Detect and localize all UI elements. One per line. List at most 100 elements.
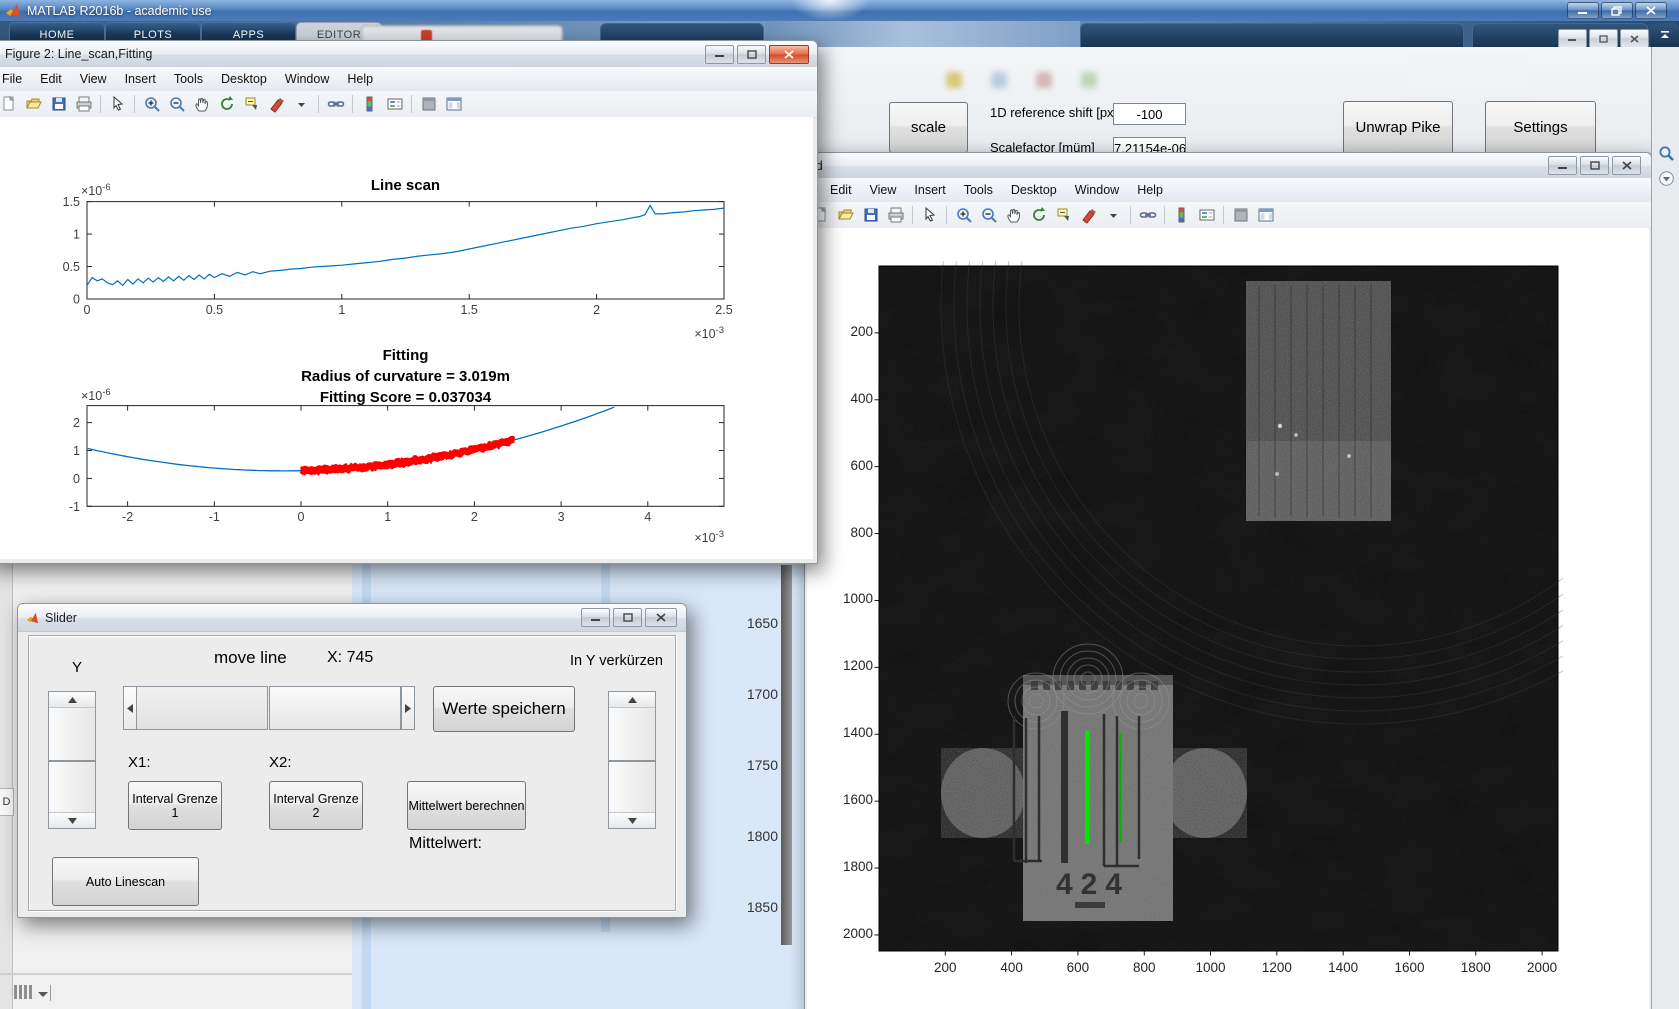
search-icon[interactable] (1658, 145, 1675, 167)
scale-button[interactable]: scale (889, 102, 968, 153)
y-slider-down[interactable] (48, 761, 96, 829)
zoom-out-icon[interactable] (977, 205, 1000, 226)
save-values-button[interactable]: Werte speichern (433, 686, 575, 732)
close-icon[interactable] (645, 608, 677, 627)
brush-data-icon[interactable] (265, 94, 288, 115)
menu-item[interactable]: View (861, 179, 906, 201)
sidebar-tab-d[interactable]: D (0, 788, 14, 816)
zoom-in-icon[interactable] (140, 94, 163, 115)
dropdown-caret-icon[interactable] (1102, 205, 1125, 226)
restore-icon[interactable] (1601, 2, 1633, 19)
bg-minimize-icon[interactable] (1558, 29, 1587, 48)
interval-grenze-2-button[interactable]: Interval Grenze 2 (269, 781, 363, 830)
x1-label: X1: (128, 754, 151, 771)
edit-plot-pointer-icon[interactable] (918, 205, 941, 226)
menu-item[interactable]: Desktop (1002, 179, 1066, 201)
interval-grenze-1-button[interactable]: Interval Grenze 1 (128, 781, 222, 830)
new-figure-icon[interactable] (0, 94, 20, 115)
edit-plot-pointer-icon[interactable] (106, 94, 129, 115)
menu-item[interactable]: Help (1128, 179, 1172, 201)
slider-track[interactable] (136, 686, 268, 730)
close-icon[interactable] (1612, 156, 1641, 175)
shorten-slider-up[interactable] (608, 691, 656, 761)
open-file-icon[interactable] (22, 94, 45, 115)
link-plot-icon[interactable] (324, 94, 347, 115)
close-icon[interactable] (1635, 2, 1667, 19)
arrow-down-icon[interactable] (49, 812, 95, 828)
matlab-logo-icon (5, 3, 21, 18)
insert-colorbar-icon[interactable] (1170, 205, 1193, 226)
bg-axis-label: 1700 (746, 686, 778, 702)
rotate-3d-icon[interactable] (1027, 205, 1050, 226)
open-file-icon[interactable] (834, 205, 857, 226)
collapse-toolstrip-tab[interactable] (1650, 23, 1679, 47)
expand-menu-icon[interactable] (1659, 171, 1674, 191)
insert-colorbar-icon[interactable] (358, 94, 381, 115)
bg-restore-icon[interactable] (1589, 29, 1618, 48)
shorten-slider-down[interactable] (608, 761, 656, 829)
arrow-up-icon[interactable] (49, 692, 95, 708)
restore-icon[interactable] (1580, 156, 1609, 175)
menu-item[interactable]: Window (1066, 179, 1128, 201)
splitter-grip[interactable] (13, 985, 53, 1001)
menu-tools[interactable]: Tools (165, 68, 212, 90)
rotate-3d-icon[interactable] (215, 94, 238, 115)
minimize-icon[interactable] (1548, 156, 1577, 175)
figure2-titlebar[interactable]: Figure 2: Line_scan,Fitting (0, 41, 817, 68)
save-figure-icon[interactable] (47, 94, 70, 115)
ref-shift-input[interactable] (1113, 103, 1186, 125)
arrow-right-icon[interactable] (401, 686, 415, 730)
link-plot-icon[interactable] (1136, 205, 1159, 226)
slider-titlebar[interactable]: Slider (18, 604, 686, 632)
arrow-up-icon[interactable] (609, 692, 655, 708)
menu-desktop[interactable]: Desktop (212, 68, 276, 90)
menu-help[interactable]: Help (338, 68, 382, 90)
show-plot-tools-dock-icon[interactable] (442, 94, 465, 115)
menu-window[interactable]: Window (276, 68, 338, 90)
interferogram-image[interactable]: 424 (874, 261, 1563, 956)
menu-item[interactable]: Tools (955, 179, 1002, 201)
print-figure-icon[interactable] (72, 94, 95, 115)
data-cursor-icon[interactable] (240, 94, 263, 115)
figure2-plots[interactable]: 0 0.5 1 1.5 2 2.5 0 0.5 1 1.5 Line scan ×10-6 ×10-3 -… (0, 117, 813, 559)
bg-scrollbar[interactable] (781, 565, 792, 945)
arrow-left-icon[interactable] (123, 686, 137, 730)
shorten-y-label: In Y verkürzen (570, 653, 663, 669)
menu-item[interactable]: Edit (821, 179, 861, 201)
insert-legend-icon[interactable] (1195, 205, 1218, 226)
menu-insert[interactable]: Insert (116, 68, 165, 90)
print-figure-icon[interactable] (884, 205, 907, 226)
y-slider-up[interactable] (48, 691, 96, 761)
menu-file[interactable]: File (0, 68, 31, 90)
save-figure-icon[interactable] (859, 205, 882, 226)
settings-button[interactable]: Settings (1485, 101, 1596, 154)
restore-icon[interactable] (737, 44, 766, 64)
pan-hand-icon[interactable] (1002, 205, 1025, 226)
insert-legend-icon[interactable] (383, 94, 406, 115)
figure-image-titlebar[interactable]: ld (805, 153, 1651, 179)
move-line-slider[interactable] (123, 686, 415, 730)
menu-edit[interactable]: Edit (31, 68, 71, 90)
show-plot-tools-dock-icon[interactable] (1254, 205, 1277, 226)
zoom-in-icon[interactable] (952, 205, 975, 226)
pan-hand-icon[interactable] (190, 94, 213, 115)
minimize-icon[interactable] (705, 44, 734, 64)
brush-data-icon[interactable] (1077, 205, 1100, 226)
auto-linescan-button[interactable]: Auto Linescan (52, 857, 199, 906)
dropdown-caret-icon[interactable] (290, 94, 313, 115)
slider-thumb[interactable] (269, 686, 401, 730)
minimize-icon[interactable] (1567, 2, 1599, 19)
mittelwert-berechnen-button[interactable]: Mittelwert berechnen (407, 781, 526, 830)
close-icon[interactable] (769, 44, 809, 64)
data-cursor-icon[interactable] (1052, 205, 1075, 226)
arrow-down-icon[interactable] (609, 812, 655, 828)
bg-close-icon[interactable] (1620, 29, 1649, 48)
minimize-icon[interactable] (581, 608, 610, 627)
hide-plot-tools-icon[interactable] (417, 94, 440, 115)
menu-view[interactable]: View (71, 68, 116, 90)
hide-plot-tools-icon[interactable] (1229, 205, 1252, 226)
unwrap-pike-button[interactable]: Unwrap Pike (1343, 101, 1453, 154)
restore-icon[interactable] (613, 608, 642, 627)
zoom-out-icon[interactable] (165, 94, 188, 115)
menu-item[interactable]: Insert (905, 179, 954, 201)
